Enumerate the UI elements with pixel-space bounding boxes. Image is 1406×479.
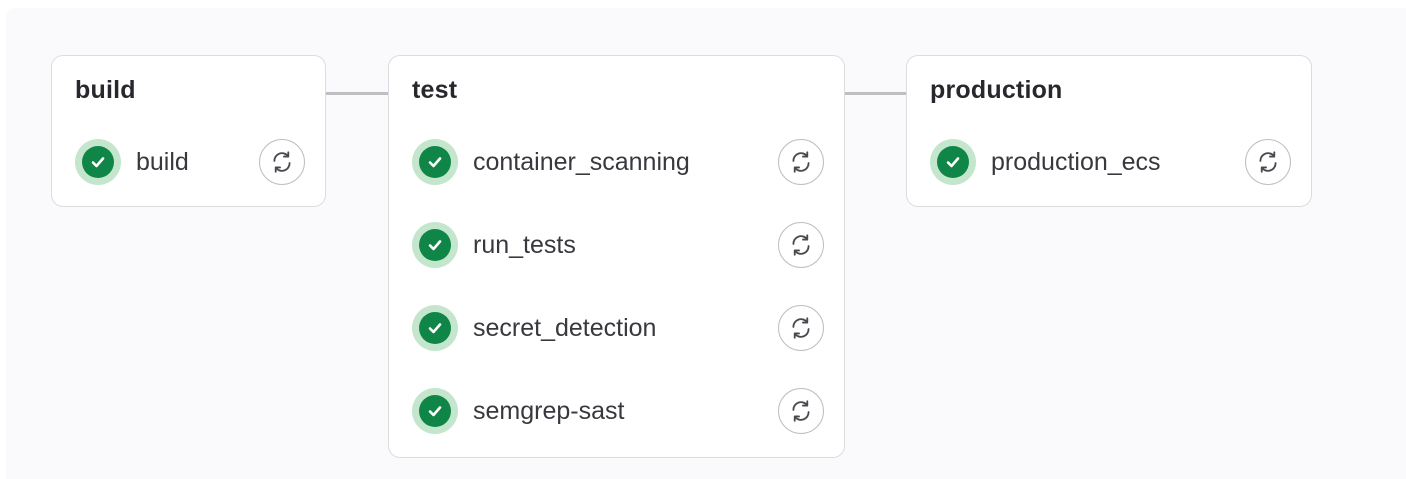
stage-connector	[844, 92, 906, 95]
retry-icon	[792, 400, 810, 422]
retry-button[interactable]	[778, 222, 824, 268]
stage-build: build build	[51, 55, 326, 207]
retry-icon	[792, 234, 810, 256]
stage-test: test container_scanning run_tests secret…	[388, 55, 845, 458]
retry-icon	[792, 151, 810, 173]
retry-icon	[792, 317, 810, 339]
job-item-secret-detection[interactable]: secret_detection	[389, 298, 844, 358]
job-name[interactable]: build	[136, 147, 189, 177]
stage-title: build	[75, 76, 136, 104]
job-name[interactable]: container_scanning	[473, 147, 690, 177]
retry-button[interactable]	[778, 139, 824, 185]
job-item-semgrep-sast[interactable]: semgrep-sast	[389, 381, 844, 441]
job-item-container-scanning[interactable]: container_scanning	[389, 132, 844, 192]
retry-icon	[273, 151, 291, 173]
stage-connector	[326, 92, 388, 95]
retry-button[interactable]	[778, 388, 824, 434]
job-name[interactable]: secret_detection	[473, 313, 656, 343]
check-circle-icon	[75, 139, 121, 185]
stage-title: test	[412, 76, 458, 104]
job-name[interactable]: production_ecs	[991, 147, 1161, 177]
check-circle-icon	[930, 139, 976, 185]
check-circle-icon	[412, 139, 458, 185]
job-item-build[interactable]: build	[52, 132, 325, 192]
stage-production: production production_ecs	[906, 55, 1312, 207]
job-item-run-tests[interactable]: run_tests	[389, 215, 844, 275]
check-circle-icon	[412, 222, 458, 268]
retry-button[interactable]	[1245, 139, 1291, 185]
check-circle-icon	[412, 305, 458, 351]
retry-button[interactable]	[778, 305, 824, 351]
pipeline-graph: build build test container_scanning run_…	[6, 8, 1406, 479]
job-name[interactable]: run_tests	[473, 230, 576, 260]
retry-button[interactable]	[259, 139, 305, 185]
check-circle-icon	[412, 388, 458, 434]
retry-icon	[1259, 151, 1277, 173]
job-name[interactable]: semgrep-sast	[473, 396, 624, 426]
stage-title: production	[930, 76, 1063, 104]
job-item-production-ecs[interactable]: production_ecs	[907, 132, 1311, 192]
